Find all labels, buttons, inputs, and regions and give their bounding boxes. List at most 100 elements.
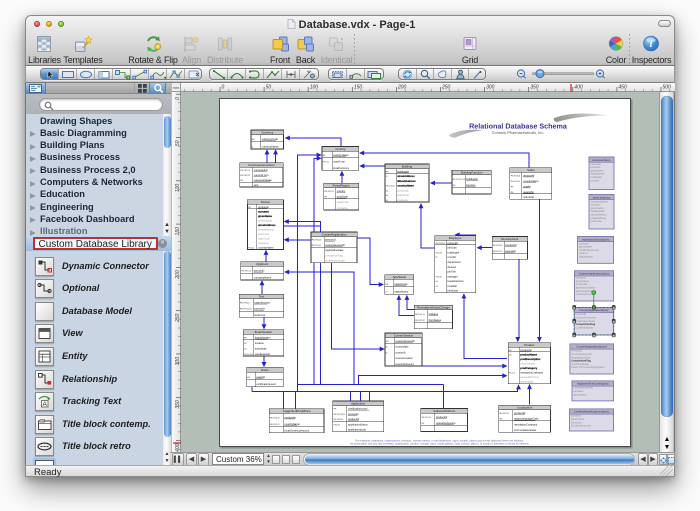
svg-text:Person: Person — [261, 200, 271, 204]
svg-text:stateCode: stateCode — [397, 194, 409, 197]
svg-text:RegisteredForCourseQuery: RegisteredForCourseQuery — [577, 383, 610, 386]
svg-text:rate: rate — [254, 184, 259, 187]
svg-text:courseInstructor: courseInstructor — [395, 363, 414, 366]
svg-text:Development: Development — [501, 237, 518, 241]
svg-text:CertificationLevel: CertificationLevel — [571, 425, 591, 428]
svg-text:location: location — [255, 342, 264, 345]
svg-text:Sales: Sales — [527, 168, 535, 172]
svg-text:PK,FK1,I1: PK,FK1,I1 — [270, 423, 280, 426]
svg-text:PK,FK1,I2,I1: PK,FK1,I2,I1 — [334, 413, 347, 416]
svg-text:roomNr: roomNr — [590, 179, 599, 182]
svg-text:employeeEvaluated: employeeEvaluated — [520, 372, 543, 375]
svg-text:countryName: countryName — [397, 185, 414, 188]
svg-text:roomNr: roomNr — [448, 256, 457, 259]
svg-text:PK,FK2,I2: PK,FK2,I2 — [270, 416, 280, 419]
svg-text:ApplicantQuery: ApplicantQuery — [593, 196, 611, 199]
svg-text:locCompletionDate: locCompletionDate — [514, 429, 536, 432]
svg-text:testScore: testScore — [254, 314, 266, 317]
svg-text:PK,FK2,I2: PK,FK2,I2 — [511, 174, 521, 177]
svg-text:postCode: postCode — [397, 189, 409, 192]
svg-text:birthDate: birthDate — [448, 290, 459, 293]
svg-text:FK2,I3: FK2,I3 — [334, 423, 341, 426]
svg-text:ApplicationStatusQuery: ApplicationStatusQuery — [582, 238, 610, 241]
svg-text:certificationLevel: certificationLevel — [256, 383, 276, 386]
svg-text:ConfirmedDate: ConfirmedDate — [576, 326, 594, 329]
svg-text:WheelchairAcc: WheelchairAcc — [397, 180, 416, 183]
svg-text:CourseRegistrationQuery: CourseRegistrationQuery — [579, 309, 609, 312]
svg-text:PK,FK1,I1,U1: PK,FK1,I1,U1 — [453, 178, 467, 181]
svg-text:division: division — [448, 266, 457, 269]
svg-text:CourseRegistrationQuery2: CourseRegistrationQuery2 — [576, 346, 607, 349]
svg-text:PK,FK1,I1: PK,FK1,I1 — [422, 416, 432, 419]
svg-text:Applicant: Applicant — [256, 262, 268, 266]
svg-text:insideNr: insideNr — [448, 285, 458, 288]
svg-text:cityName: cityName — [397, 199, 408, 202]
svg-text:confirmationDate: confirmationDate — [325, 260, 345, 263]
svg-text:PK,FK1,I3,I1: PK,FK1,I3,I1 — [240, 308, 253, 311]
svg-text:translationCompany: translationCompany — [514, 423, 538, 426]
svg-text:Count Of CourseRegistration: Count Of CourseRegistration — [571, 366, 605, 369]
svg-text:usedExamID: usedExamID — [255, 353, 270, 356]
svg-text:stateCode: stateCode — [337, 201, 349, 204]
svg-text:EmployeeQuery: EmployeeQuery — [592, 159, 611, 162]
svg-text:localCurrency: localCurrency — [333, 167, 350, 170]
svg-text:PK,FK1,I1: PK,FK1,I1 — [312, 244, 322, 247]
svg-text:ExamSession: ExamSession — [255, 330, 273, 334]
svg-text:SuggestedRetailPrice: SuggestedRetailPrice — [283, 409, 311, 413]
svg-text:givenName: givenName — [573, 393, 587, 396]
svg-text:No association with any real c: No association with any real company, or… — [350, 443, 529, 446]
svg-text:PK,FK1,I1: PK,FK1,I1 — [241, 270, 251, 273]
svg-text:PK,FK1,I1: PK,FK1,I1 — [240, 169, 250, 172]
svg-text:FK1,I1,U1: FK1,I1,U1 — [386, 185, 396, 188]
svg-text:Employee: Employee — [449, 236, 462, 240]
svg-text:PK,FK1,I1: PK,FK1,I1 — [493, 250, 503, 253]
svg-text:department: department — [448, 261, 461, 264]
svg-text:prodDescription: prodDescription — [520, 358, 540, 361]
svg-text:emailAddress: emailAddress — [258, 228, 274, 231]
svg-text:middleInitial: middleInitial — [258, 219, 272, 222]
svg-text:statusName: statusName — [579, 256, 593, 259]
svg-text:cityName: cityName — [337, 207, 348, 210]
svg-text:headsDivision: headsDivision — [448, 280, 465, 283]
svg-text:PermissionStatusChange: PermissionStatusChange — [417, 306, 450, 310]
svg-text:PK,FK1,I1: PK,FK1,I1 — [324, 190, 334, 193]
svg-text:FK1,I1: FK1,I1 — [509, 372, 516, 375]
svg-text:ContosoApplicationsQuery: ContosoApplicationsQuery — [579, 273, 610, 276]
svg-text:Test: Test — [259, 295, 264, 299]
svg-text:cityName: cityName — [258, 242, 269, 245]
svg-text:postCode: postCode — [258, 233, 270, 236]
svg-text:givenName: givenName — [258, 215, 272, 218]
svg-text:PK,FK2,I4: PK,FK2,I4 — [334, 418, 344, 421]
svg-text:applicationDate: applicationDate — [348, 428, 366, 431]
svg-text:countryName: countryName — [258, 247, 274, 250]
svg-text:PostalRegion: PostalRegion — [333, 184, 351, 188]
svg-text:PK,FK2,I2: PK,FK2,I2 — [240, 174, 250, 177]
svg-text:PK,FK2,I2: PK,FK2,I2 — [415, 319, 425, 322]
svg-text:CertifiedRepairEngineerQuery: CertifiedRepairEngineerQuery — [574, 411, 609, 414]
svg-text:postCode: postCode — [590, 220, 602, 223]
svg-text:FK1,I1: FK1,I1 — [323, 161, 330, 164]
svg-text:manager: manager — [448, 275, 458, 278]
svg-text:surname: surname — [258, 210, 269, 213]
svg-text:FK2,I3: FK2,I3 — [436, 251, 443, 254]
svg-text:AppStatus: AppStatus — [393, 275, 407, 279]
svg-text:prodCategory: prodCategory — [520, 367, 538, 370]
svg-text:CourseRegistration: CourseRegistration — [322, 232, 347, 236]
svg-text:Application: Application — [351, 401, 366, 405]
svg-text:BuildingFunction: BuildingFunction — [461, 171, 483, 175]
svg-text:productName: productName — [520, 353, 537, 356]
svg-text:applicationStatus: applicationStatus — [348, 423, 368, 426]
svg-text:companyName: companyName — [254, 276, 272, 279]
svg-text:currencyName: currencyName — [262, 145, 279, 148]
svg-text:PK,FK2,I2: PK,FK2,I2 — [240, 302, 250, 305]
svg-text:streetAddress: streetAddress — [258, 224, 276, 227]
svg-text:shippingWt: shippingWt — [520, 381, 533, 384]
svg-text:clientVersion: clientVersion — [520, 363, 535, 366]
svg-text:passedSPCTest: passedSPCTest — [520, 376, 539, 379]
svg-text:50: 50 — [266, 85, 272, 91]
svg-text:Title: Title — [41, 419, 46, 423]
svg-text:A: A — [43, 401, 48, 408]
svg-text:PK,FK1,I1: PK,FK1,I1 — [415, 313, 425, 316]
svg-text:unitsSold: unitsSold — [523, 196, 534, 199]
svg-text:CurrencyConversion: CurrencyConversion — [248, 163, 275, 167]
